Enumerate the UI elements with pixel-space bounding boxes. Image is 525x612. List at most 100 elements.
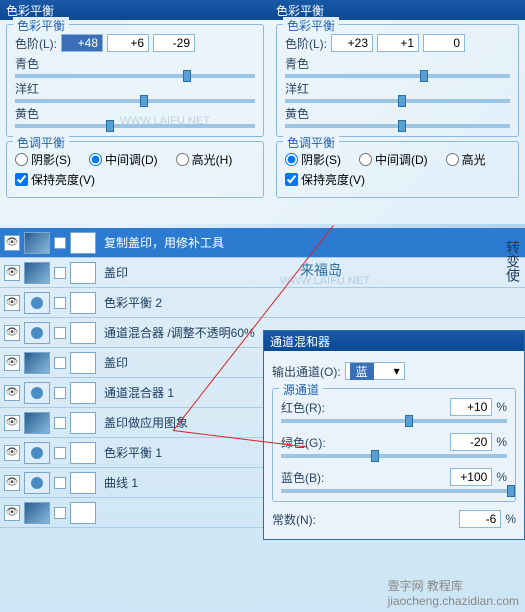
source-channels-group: 源通道 红色(R):% 绿色(G):% 蓝色(B):% (272, 388, 516, 502)
visibility-eye-icon[interactable]: 👁 (4, 325, 20, 341)
radio2-highlights[interactable]: 高光 (446, 151, 486, 168)
panel2-section-legend: 色彩平衡 (283, 17, 339, 34)
preserve-lum-checkbox-2[interactable]: 保持亮度(V) (285, 171, 365, 188)
color-balance-panel-2: 色彩平衡 色彩平衡 色阶(L): 青色 洋红 黄色 色调平衡 阴影(S) 中间调… (270, 0, 525, 224)
link-icon[interactable] (54, 357, 66, 369)
panel2-title: 色彩平衡 (276, 2, 324, 19)
link-icon[interactable] (54, 267, 66, 279)
red-input[interactable] (450, 398, 492, 416)
visibility-eye-icon[interactable]: 👁 (4, 445, 20, 461)
link-icon[interactable] (54, 477, 66, 489)
layer-name-label: 盖印 (100, 264, 521, 281)
panel1-section-legend: 色彩平衡 (13, 17, 69, 34)
layer-thumbnail[interactable] (24, 412, 50, 434)
layer-row[interactable]: 👁色彩平衡 2 (0, 288, 525, 318)
level2-input-3[interactable] (423, 34, 465, 52)
green-slider[interactable] (281, 454, 507, 458)
layer-thumbnail[interactable] (24, 502, 50, 524)
link-icon[interactable] (54, 237, 66, 249)
adjustment-icon (28, 294, 46, 312)
adjustment-icon (28, 444, 46, 462)
radio-shadows[interactable]: 阴影(S) (15, 151, 71, 168)
layer-thumbnail[interactable] (24, 262, 50, 284)
slider-cyan[interactable] (15, 74, 255, 78)
red-slider[interactable] (281, 419, 507, 423)
slider2-yellow[interactable] (285, 124, 510, 128)
blue-slider[interactable] (281, 489, 507, 493)
link-icon[interactable] (54, 417, 66, 429)
const-input[interactable] (459, 510, 501, 528)
layer-mask-thumbnail[interactable] (70, 472, 96, 494)
red-label: 红色(R): (281, 399, 341, 416)
layer-thumbnail[interactable] (24, 442, 50, 464)
slider2-cyan[interactable] (285, 74, 510, 78)
preserve-lum-checkbox[interactable]: 保持亮度(V) (15, 171, 95, 188)
visibility-eye-icon[interactable]: 👁 (4, 235, 20, 251)
visibility-eye-icon[interactable]: 👁 (4, 295, 20, 311)
yellow-label-2: 黄色 (285, 105, 309, 122)
panel1-title: 色彩平衡 (6, 2, 54, 19)
slider-yellow[interactable] (15, 124, 255, 128)
adjustment-icon (28, 474, 46, 492)
layer-mask-thumbnail[interactable] (70, 442, 96, 464)
visibility-eye-icon[interactable]: 👁 (4, 475, 20, 491)
level-input-2[interactable] (107, 34, 149, 52)
link-icon[interactable] (54, 327, 66, 339)
green-label: 绿色(G): (281, 434, 341, 451)
layer-mask-thumbnail[interactable] (70, 502, 96, 524)
output-channel-label: 输出通道(O): (272, 363, 341, 380)
layer-row[interactable]: 👁复制盖印，用修补工具 (0, 228, 525, 258)
chmix-titlebar[interactable]: 通道混和器 (264, 331, 524, 351)
level-input-3[interactable] (153, 34, 195, 52)
radio2-shadows[interactable]: 阴影(S) (285, 151, 341, 168)
pct-1: % (496, 400, 507, 414)
link-icon[interactable] (54, 507, 66, 519)
level2-input-1[interactable] (331, 34, 373, 52)
layer-mask-thumbnail[interactable] (70, 292, 96, 314)
slider2-magenta[interactable] (285, 99, 510, 103)
cyan-label: 青色 (15, 55, 39, 72)
layer-mask-thumbnail[interactable] (70, 322, 96, 344)
tone-legend-2: 色调平衡 (283, 134, 339, 151)
visibility-eye-icon[interactable]: 👁 (4, 265, 20, 281)
radio2-midtones[interactable]: 中间调(D) (359, 151, 428, 168)
layer-thumbnail[interactable] (24, 292, 50, 314)
visibility-eye-icon[interactable]: 👁 (4, 385, 20, 401)
level2-input-2[interactable] (377, 34, 419, 52)
slider-magenta[interactable] (15, 99, 255, 103)
visibility-eye-icon[interactable]: 👁 (4, 355, 20, 371)
panel1-levels-group: 色彩平衡 色阶(L): 青色 洋红 黄色 (6, 24, 264, 137)
pct-2: % (496, 435, 507, 449)
magenta-label-2: 洋红 (285, 80, 309, 97)
layer-thumbnail[interactable] (24, 232, 50, 254)
blue-label: 蓝色(B): (281, 469, 341, 486)
blue-input[interactable] (450, 468, 492, 486)
radio-highlights[interactable]: 高光(H) (176, 151, 233, 168)
link-icon[interactable] (54, 447, 66, 459)
link-icon[interactable] (54, 297, 66, 309)
layer-mask-thumbnail[interactable] (70, 352, 96, 374)
layer-thumbnail[interactable] (24, 382, 50, 404)
layer-thumbnail[interactable] (24, 352, 50, 374)
adjustment-icon (28, 324, 46, 342)
tone-legend: 色调平衡 (13, 134, 69, 151)
visibility-eye-icon[interactable]: 👁 (4, 505, 20, 521)
level-input-1[interactable] (61, 34, 103, 52)
radio-midtones[interactable]: 中间调(D) (89, 151, 158, 168)
layer-row[interactable]: 👁 盖印 (0, 258, 525, 288)
panel2-tone-group: 色调平衡 阴影(S) 中间调(D) 高光 保持亮度(V) (276, 141, 519, 198)
footer-url: jiaocheng.chazidian.com (388, 594, 519, 608)
layer-mask-thumbnail[interactable] (70, 412, 96, 434)
link-icon[interactable] (54, 387, 66, 399)
layer-thumbnail[interactable] (24, 472, 50, 494)
panel2-levels-group: 色彩平衡 色阶(L): 青色 洋红 黄色 (276, 24, 519, 137)
output-channel-select[interactable]: 蓝 ▾ (345, 362, 405, 380)
green-input[interactable] (450, 433, 492, 451)
layer-thumbnail[interactable] (24, 322, 50, 344)
layer-mask-thumbnail[interactable] (70, 232, 96, 254)
layer-mask-thumbnail[interactable] (70, 382, 96, 404)
footer-site: 壹字网 教程库 (388, 577, 519, 594)
layer-mask-thumbnail[interactable] (70, 262, 96, 284)
visibility-eye-icon[interactable]: 👁 (4, 415, 20, 431)
output-channel-value: 蓝 (350, 363, 374, 380)
